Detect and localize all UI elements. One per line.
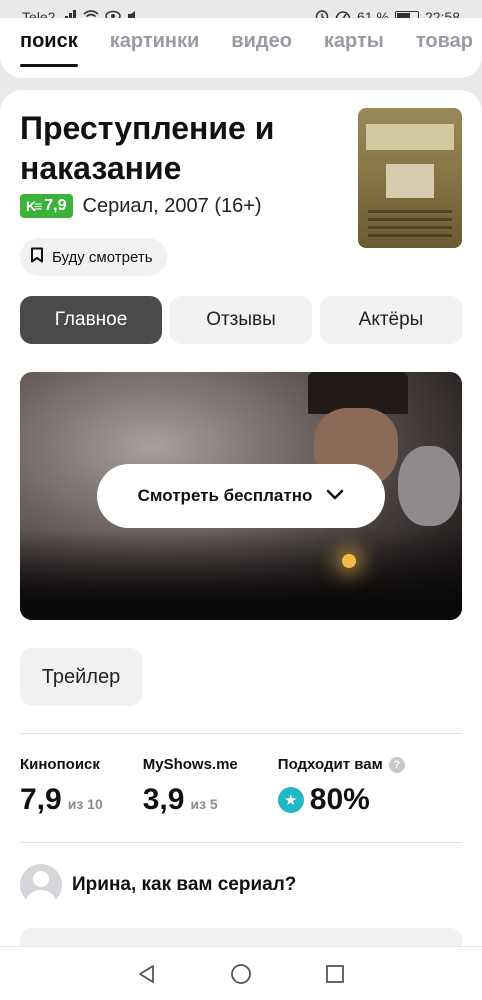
rating-source: Кинопоиск xyxy=(20,756,100,773)
kinopoisk-rating-badge: K≡ 7,9 xyxy=(20,194,73,218)
search-tabs-card: поиск картинки видео карты товар xyxy=(0,18,482,78)
chevron-down-icon xyxy=(326,486,344,506)
tab-actors[interactable]: Актёры xyxy=(320,296,462,344)
rating-source: Подходит вам xyxy=(277,756,383,773)
movie-title[interactable]: Преступление и наказание xyxy=(20,108,340,188)
star-icon: ★ xyxy=(277,787,304,813)
kinopoisk-logo-icon: K≡ xyxy=(26,198,42,214)
watch-later-button[interactable]: Буду смотреть xyxy=(20,238,167,276)
rating-scale: из 10 xyxy=(67,796,103,812)
section-tabs: Главное Отзывы Актёры xyxy=(20,296,462,344)
movie-card: Преступление и наказание K≡ 7,9 Сериал, … xyxy=(0,90,482,950)
divider xyxy=(20,842,462,843)
recents-icon[interactable] xyxy=(323,962,347,986)
banner-figure-face xyxy=(398,446,460,526)
rating-myshows[interactable]: MyShows.me 3,9 из 5 xyxy=(143,756,238,817)
system-nav-bar xyxy=(0,946,482,1000)
home-icon[interactable] xyxy=(229,962,253,986)
rating-value: 3,9 xyxy=(142,783,185,816)
divider xyxy=(20,733,462,734)
tab-products[interactable]: товар xyxy=(416,30,473,65)
tab-search[interactable]: поиск xyxy=(20,30,78,67)
search-tabs: поиск картинки видео карты товар xyxy=(0,18,482,67)
tab-reviews[interactable]: Отзывы xyxy=(170,296,312,344)
avatar xyxy=(20,864,62,906)
tab-main[interactable]: Главное xyxy=(20,296,162,344)
poster-credits-line xyxy=(368,210,452,213)
user-prompt-text: Ирина, как вам сериал? xyxy=(72,874,297,895)
banner-shadow xyxy=(20,530,462,620)
watch-banner[interactable]: Смотреть бесплатно xyxy=(20,372,462,620)
kinopoisk-rating-value: 7,9 xyxy=(44,197,67,214)
rating-value-row: 3,9 из 5 xyxy=(143,783,238,817)
poster-title-area xyxy=(366,124,454,150)
rating-source-row: Подходит вам ? xyxy=(278,756,405,773)
back-icon[interactable] xyxy=(135,962,159,986)
movie-meta: K≡ 7,9 Сериал, 2007 (16+) xyxy=(20,194,262,218)
tab-maps[interactable]: карты xyxy=(324,30,384,65)
ratings-row: Кинопоиск 7,9 из 10 MyShows.me 3,9 из 5 … xyxy=(20,756,445,817)
trailer-button[interactable]: Трейлер xyxy=(20,648,142,706)
bookmark-icon xyxy=(30,247,44,267)
rating-value-row: ★ 80% xyxy=(277,783,405,817)
rating-match[interactable]: Подходит вам ? ★ 80% xyxy=(277,756,405,817)
movie-type-year: Сериал, 2007 (16+) xyxy=(82,194,262,217)
watch-free-button[interactable]: Смотреть бесплатно xyxy=(97,464,385,528)
rating-value: 7,9 xyxy=(20,783,62,816)
tab-images[interactable]: картинки xyxy=(110,30,200,65)
poster-credits-line xyxy=(368,234,452,237)
rating-value: 80% xyxy=(309,783,370,816)
help-icon[interactable]: ? xyxy=(388,756,405,773)
poster-credits-line xyxy=(368,226,452,229)
rating-kinopoisk[interactable]: Кинопоиск 7,9 из 10 xyxy=(20,756,103,817)
rating-value-row: 7,9 из 10 xyxy=(20,783,103,817)
watch-later-label: Буду смотреть xyxy=(52,248,153,266)
rating-source: MyShows.me xyxy=(142,756,238,773)
banner-candle xyxy=(342,554,356,568)
poster-image-area xyxy=(386,164,434,198)
rating-scale: из 5 xyxy=(190,796,218,812)
user-prompt[interactable]: Ирина, как вам сериал? xyxy=(20,864,296,906)
movie-poster[interactable] xyxy=(358,108,462,248)
tab-video[interactable]: видео xyxy=(231,30,292,65)
watch-free-label: Смотреть бесплатно xyxy=(137,486,313,505)
poster-credits-line xyxy=(368,218,452,221)
